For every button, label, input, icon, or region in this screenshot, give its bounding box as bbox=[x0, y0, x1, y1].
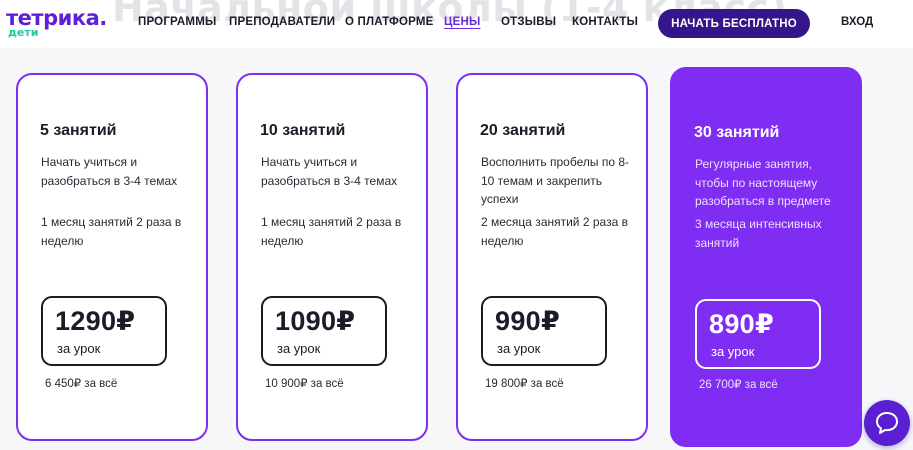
plan-period: 2 месяца занятий 2 раза в неделю bbox=[481, 215, 628, 248]
chat-bubble-icon bbox=[876, 412, 898, 434]
plan-title: 5 занятий bbox=[40, 122, 117, 139]
nav-item-teachers[interactable]: ПРЕПОДАВАТЕЛИ bbox=[229, 16, 335, 28]
nav-item-programs[interactable]: ПРОГРАММЫ bbox=[138, 16, 216, 28]
tetrika-logo[interactable]: тетрика. дети bbox=[6, 6, 107, 42]
plan-price: 1090₽ bbox=[275, 306, 356, 336]
price-box: 890₽ за урок bbox=[695, 299, 821, 369]
pricing-card-20-lessons[interactable]: 20 занятий Восполнить пробелы по 8-10 те… bbox=[456, 73, 648, 441]
price-unit: за урок bbox=[711, 344, 755, 359]
plan-description: Восполнить пробелы по 8-10 темам и закре… bbox=[481, 155, 629, 206]
plan-title: 20 занятий bbox=[480, 122, 566, 139]
plan-title: 10 занятий bbox=[260, 122, 346, 139]
plan-description: Регулярные занятия, чтобы по настоящему … bbox=[695, 157, 831, 208]
start-free-button[interactable]: НАЧАТЬ БЕСПЛАТНО bbox=[658, 9, 810, 38]
price-box: 1090₽ за урок bbox=[261, 296, 387, 366]
plan-price: 1290₽ bbox=[55, 306, 136, 336]
plan-title: 30 занятий bbox=[694, 124, 780, 141]
plan-description: Начать учиться и разобраться в 3-4 темах bbox=[261, 155, 398, 188]
plan-total: 26 700₽ за всё bbox=[699, 379, 778, 391]
plan-period: 1 месяц занятий 2 раза в неделю bbox=[41, 215, 182, 248]
price-unit: за урок bbox=[57, 341, 101, 356]
logo-subtitle: дети bbox=[8, 26, 39, 39]
plan-description: Начать учиться и разобраться в 3-4 темах bbox=[41, 155, 178, 188]
price-unit: за урок bbox=[277, 341, 321, 356]
nav-item-contacts[interactable]: КОНТАКТЫ bbox=[572, 16, 638, 28]
pricing-card-10-lessons[interactable]: 10 занятий Начать учиться и разобраться … bbox=[236, 73, 428, 441]
pricing-card-5-lessons[interactable]: 5 занятий Начать учиться и разобраться в… bbox=[16, 73, 208, 441]
nav-item-about-platform[interactable]: О ПЛАТФОРМЕ bbox=[345, 16, 434, 28]
plan-total: 19 800₽ за всё bbox=[485, 378, 564, 390]
chat-button[interactable] bbox=[864, 400, 910, 446]
price-unit: за урок bbox=[497, 341, 541, 356]
price-box: 1290₽ за урок bbox=[41, 296, 167, 366]
login-link[interactable]: ВХОД bbox=[841, 16, 873, 28]
nav-item-prices[interactable]: ЦЕНЫ bbox=[444, 16, 480, 28]
nav-item-reviews[interactable]: ОТЗЫВЫ bbox=[501, 16, 556, 28]
plan-total: 6 450₽ за всё bbox=[45, 378, 118, 390]
plan-period: 3 месяца интенсивных занятий bbox=[695, 217, 822, 250]
plan-price: 990₽ bbox=[495, 306, 561, 336]
pricing-card-30-lessons[interactable]: 30 занятий Регулярные занятия, чтобы по … bbox=[670, 67, 862, 447]
plan-price: 890₽ bbox=[709, 309, 775, 339]
price-box: 990₽ за урок bbox=[481, 296, 607, 366]
plan-period: 1 месяц занятий 2 раза в неделю bbox=[261, 215, 402, 248]
plan-total: 10 900₽ за всё bbox=[265, 378, 344, 390]
